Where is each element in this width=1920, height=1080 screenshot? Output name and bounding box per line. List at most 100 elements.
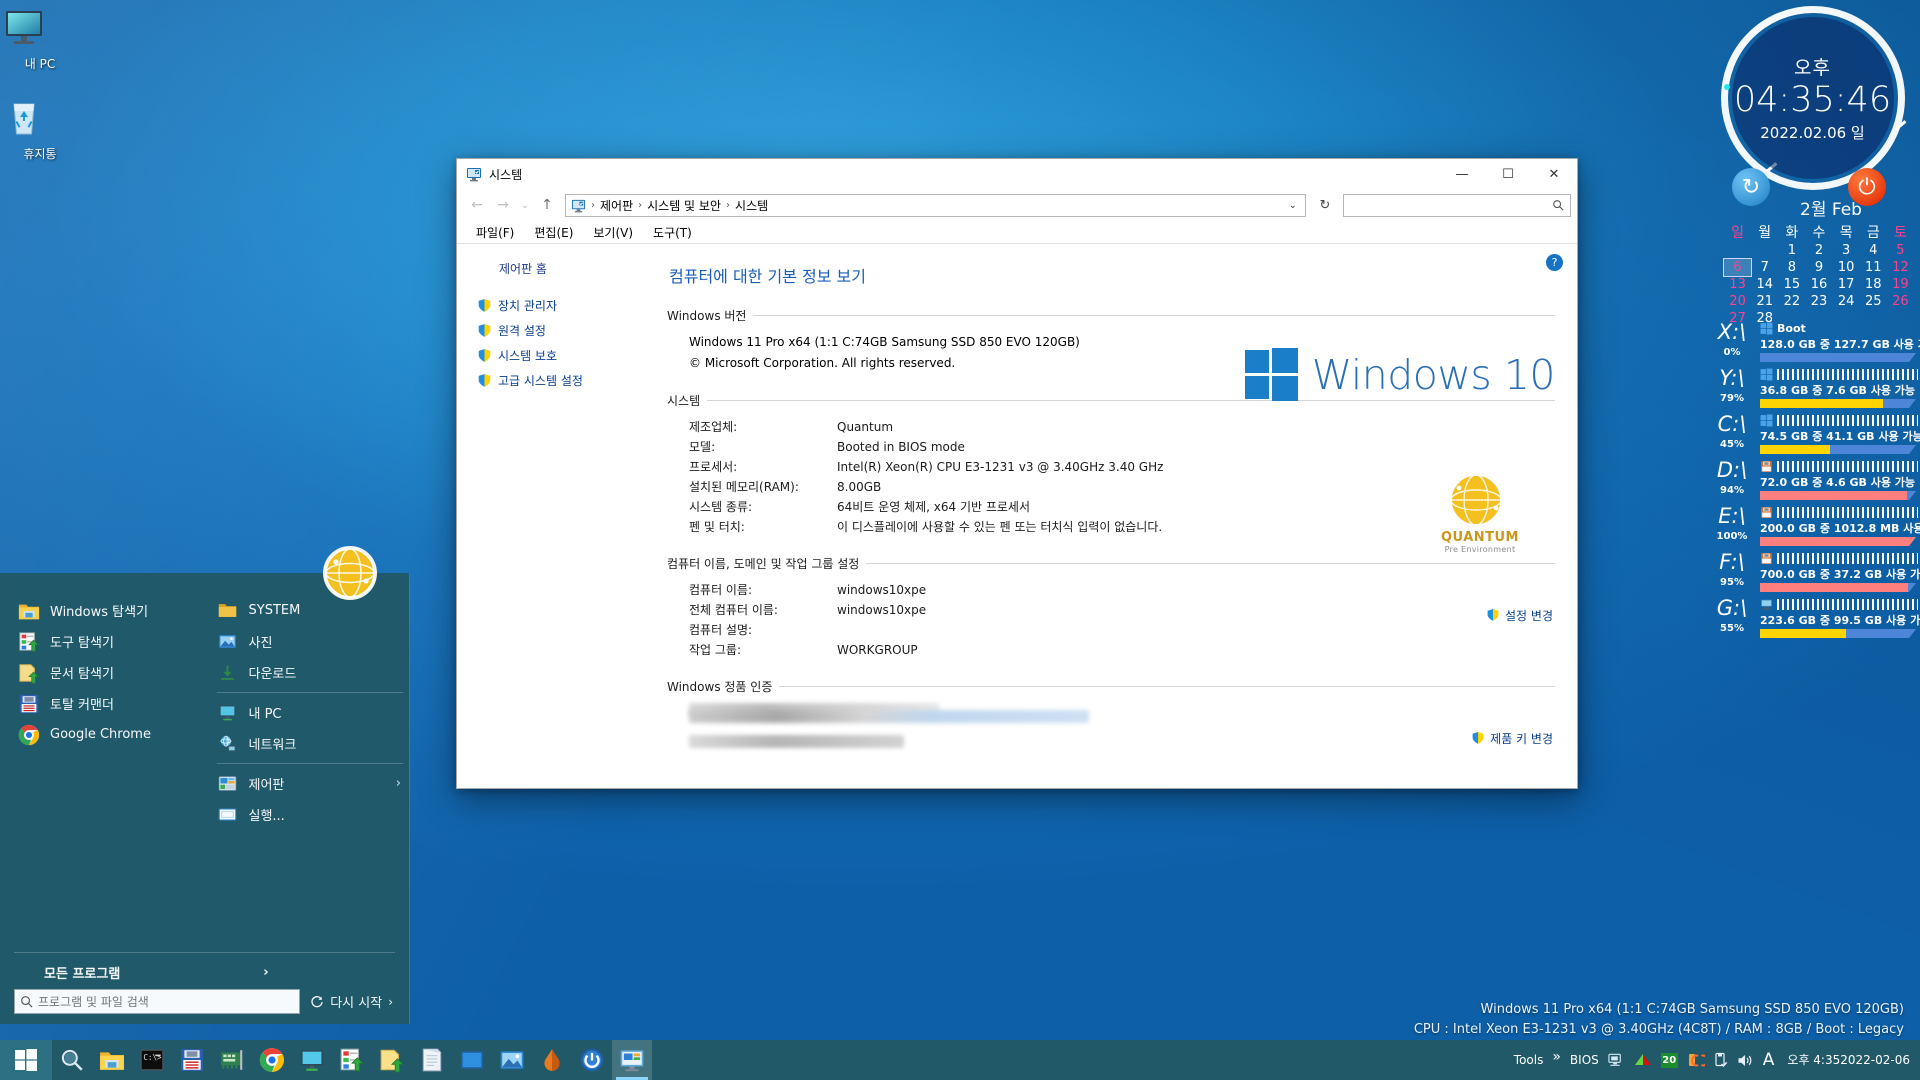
start-button[interactable]	[0, 1040, 52, 1080]
taskbar[interactable]: C:\> Tools » BIOS 20 A 오후 4:35 2022-02-0…	[0, 1040, 1920, 1080]
tray-overflow-icon[interactable]: »	[1552, 1049, 1561, 1065]
calendar-day[interactable]: 3	[1833, 242, 1860, 259]
start-menu-right-item-1[interactable]: 사진	[213, 626, 410, 657]
change-product-key-link[interactable]: 제품 키 변경	[1471, 730, 1553, 747]
tray-update-badge[interactable]: 20	[1660, 1052, 1678, 1068]
start-menu-right-item-2[interactable]: 다운로드	[213, 657, 410, 688]
tray-usb-eject-icon[interactable]	[1714, 1052, 1728, 1068]
sidebar-item-control-panel-home[interactable]: 제어판 홈	[457, 258, 645, 277]
change-settings-link[interactable]: 설정 변경	[1486, 607, 1553, 624]
calendar-day[interactable]: 4	[1860, 242, 1887, 259]
start-menu-right-item-4[interactable]: 네트워크	[213, 728, 410, 759]
taskbar-item-power-tool[interactable]	[572, 1040, 612, 1080]
restart-button[interactable]: 다시 시작 ›	[310, 992, 395, 1011]
all-programs-button[interactable]: 모든 프로그램 ›	[14, 959, 395, 985]
breadcrumb-item-1[interactable]: 시스템 및 보안	[645, 197, 723, 214]
address-bar[interactable]: › 제어판 › 시스템 및 보안 › 시스템 ⌄	[565, 193, 1306, 217]
taskbar-item-driver-tool[interactable]	[212, 1040, 252, 1080]
back-button[interactable]: ←	[465, 193, 489, 217]
start-search-input[interactable]	[38, 994, 295, 1009]
taskbar-item-chrome[interactable]	[252, 1040, 292, 1080]
taskbar-item-my-computer[interactable]	[292, 1040, 332, 1080]
calendar-day[interactable]: 10	[1833, 259, 1860, 276]
tray-battery-icon[interactable]	[1687, 1052, 1705, 1068]
drive-row[interactable]: Y:\ 79% 36.8 GB 중 7.6 GB 사용 가능	[1706, 366, 1918, 412]
tray-tools-label[interactable]: Tools	[1514, 1053, 1544, 1067]
calendar-day[interactable]: 6	[1722, 258, 1753, 277]
start-menu-item-4[interactable]: Google Chrome	[14, 719, 205, 750]
taskbar-item-tools-explorer[interactable]	[332, 1040, 372, 1080]
start-menu-right-item-0[interactable]: SYSTEM	[213, 595, 410, 626]
desktop-icon-recycle-bin[interactable]: 휴지통	[2, 98, 78, 161]
calendar-day[interactable]: 15	[1778, 276, 1805, 293]
maximize-button[interactable]: ☐	[1485, 159, 1531, 189]
start-search-box[interactable]	[14, 989, 301, 1014]
calendar-day[interactable]: 2	[1805, 242, 1832, 259]
system-properties-window[interactable]: 시스템 — ☐ ✕ ← → ⌄ ↑ › 제어판 › 시스템 및 보안 › 시스템…	[456, 158, 1578, 789]
start-menu[interactable]: Windows 탐색기 도구 탐색기 문서 탐색기 토탈 커맨더 Google Chro…	[0, 573, 410, 1024]
taskbar-item-file-explorer[interactable]	[92, 1040, 132, 1080]
menu-view[interactable]: 보기(V)	[584, 222, 642, 243]
calendar-day[interactable]: 14	[1751, 276, 1778, 293]
taskbar-item-documents[interactable]	[372, 1040, 412, 1080]
search-input[interactable]	[1350, 198, 1552, 212]
start-menu-item-0[interactable]: Windows 탐색기	[14, 595, 205, 626]
up-button[interactable]: ↑	[535, 193, 559, 217]
sidebar-link-1[interactable]: 원격 설정	[457, 318, 645, 343]
taskbar-item-notepad[interactable]	[412, 1040, 452, 1080]
refresh-button[interactable]: ↻	[1313, 194, 1337, 217]
drive-row[interactable]: E:\ 100% 200.0 GB 중 1012.8 MB 사용 가능	[1706, 504, 1920, 550]
taskbar-item-search[interactable]	[52, 1040, 92, 1080]
taskbar-item-total-commander[interactable]	[172, 1040, 212, 1080]
taskbar-item-command-prompt[interactable]: C:\>	[132, 1040, 172, 1080]
calendar-day[interactable]: 20	[1724, 293, 1751, 310]
breadcrumb-item-0[interactable]: 제어판	[598, 197, 635, 214]
start-menu-item-2[interactable]: 문서 탐색기	[14, 657, 205, 688]
calendar-day[interactable]: 11	[1860, 259, 1887, 276]
calendar-day[interactable]: 23	[1805, 293, 1832, 310]
sidebar-link-2[interactable]: 시스템 보호	[457, 343, 645, 368]
calendar-day[interactable]: 1	[1778, 242, 1805, 259]
menu-edit[interactable]: 편집(E)	[525, 222, 582, 243]
calendar-day[interactable]: 16	[1805, 276, 1832, 293]
tray-bios-label[interactable]: BIOS	[1570, 1053, 1599, 1067]
calendar-day[interactable]: 13	[1724, 276, 1751, 293]
taskbar-item-display[interactable]	[452, 1040, 492, 1080]
drive-row[interactable]: C:\ 45% 74.5 GB 중 41.1 GB 사용 가능	[1706, 412, 1920, 458]
sidebar-link-3[interactable]: 고급 시스템 설정	[457, 368, 645, 393]
calendar-day[interactable]: 25	[1860, 293, 1887, 310]
window-titlebar[interactable]: 시스템 — ☐ ✕	[457, 159, 1577, 189]
calendar-day[interactable]: 26	[1887, 293, 1914, 310]
calendar-day[interactable]: 17	[1833, 276, 1860, 293]
tray-volume-icon[interactable]	[1737, 1053, 1754, 1068]
close-button[interactable]: ✕	[1531, 159, 1577, 189]
drive-row[interactable]: F:\ 95% 700.0 GB 중 37.2 GB 사용 가능	[1706, 550, 1920, 596]
tray-ime-indicator[interactable]: A	[1763, 1050, 1775, 1070]
calendar-day[interactable]: 5	[1887, 242, 1914, 259]
tray-network-icon[interactable]	[1608, 1052, 1625, 1068]
start-menu-right-item-6[interactable]: 실행...	[213, 799, 410, 830]
desktop-icon-my-computer[interactable]: 내 PC	[2, 8, 78, 71]
drive-row[interactable]: X:\ 0% Boot 128.0 GB 중 127.7 GB 사용 가능	[1706, 320, 1920, 366]
calendar-day[interactable]: 24	[1833, 293, 1860, 310]
calendar-day[interactable]: 12	[1887, 259, 1914, 276]
drive-row[interactable]: D:\ 94% 72.0 GB 중 4.6 GB 사용 가능	[1706, 458, 1918, 504]
start-menu-item-3[interactable]: 토탈 커맨더	[14, 688, 205, 719]
calendar-day[interactable]: 7	[1751, 259, 1778, 276]
taskbar-item-photo-viewer[interactable]	[492, 1040, 532, 1080]
breadcrumb-item-2[interactable]: 시스템	[733, 197, 770, 214]
calendar-day[interactable]: 22	[1778, 293, 1805, 310]
calendar-day[interactable]: 21	[1751, 293, 1778, 310]
start-menu-right-item-3[interactable]: 내 PC	[213, 697, 410, 728]
taskbar-item-water-drop[interactable]	[532, 1040, 572, 1080]
help-button[interactable]: ?	[1546, 254, 1563, 271]
forward-button[interactable]: →	[491, 193, 515, 217]
system-tray[interactable]: Tools » BIOS 20 A 오후 4:35 2022-02-06	[1514, 1040, 1920, 1080]
start-menu-item-1[interactable]: 도구 탐색기	[14, 626, 205, 657]
minimize-button[interactable]: —	[1439, 159, 1485, 189]
menu-file[interactable]: 파일(F)	[467, 222, 523, 243]
calendar-day[interactable]: 8	[1778, 259, 1805, 276]
menu-tools[interactable]: 도구(T)	[644, 222, 701, 243]
calendar-day[interactable]: 9	[1805, 259, 1832, 276]
taskbar-item-system[interactable]	[612, 1040, 652, 1080]
